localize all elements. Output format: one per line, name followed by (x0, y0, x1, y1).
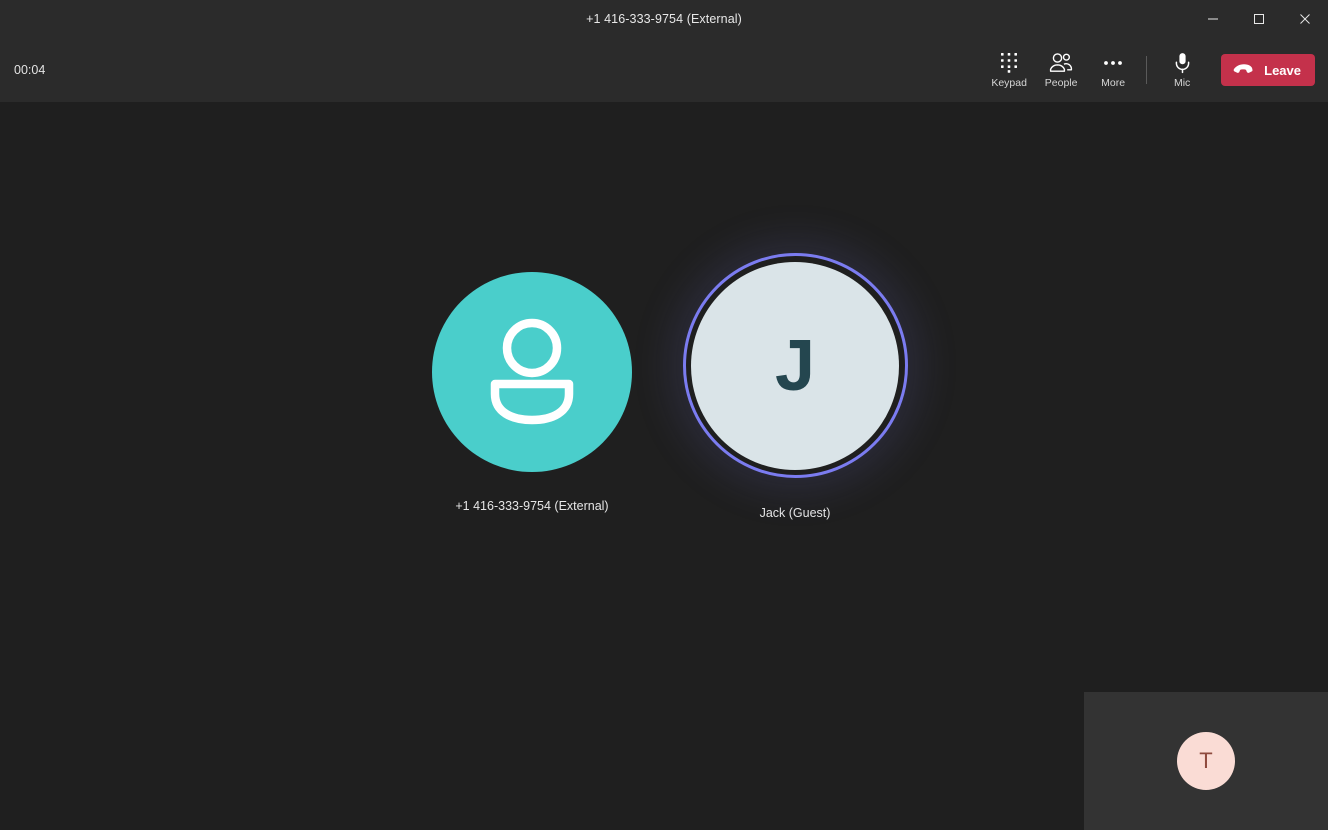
more-button[interactable]: More (1087, 42, 1139, 98)
avatar: J (691, 261, 899, 470)
keypad-label: Keypad (991, 76, 1027, 89)
more-icon (1103, 52, 1123, 74)
participant-name: +1 416-333-9754 (External) (455, 499, 609, 513)
toolbar-divider (1146, 56, 1148, 84)
people-button[interactable]: People (1035, 42, 1087, 98)
window-title: +1 416-333-9754 (External) (586, 12, 742, 26)
window-titlebar: +1 416-333-9754 (External) (0, 0, 1328, 38)
self-avatar-initial: T (1199, 748, 1213, 773)
close-button[interactable] (1282, 0, 1328, 38)
keypad-icon (1000, 52, 1018, 74)
microphone-icon (1174, 52, 1191, 74)
people-icon (1049, 52, 1073, 74)
call-toolbar: 00:04 Keypad People More Mic Leave (0, 38, 1328, 102)
hangup-icon (1233, 63, 1255, 78)
call-duration-timer: 00:04 (14, 63, 46, 77)
participant-name: Jack (Guest) (759, 506, 831, 520)
people-label: People (1044, 76, 1078, 89)
minimize-button[interactable] (1190, 0, 1236, 38)
mic-button[interactable]: Mic (1156, 42, 1208, 98)
minimize-icon (1207, 13, 1219, 25)
toolbar-actions: Keypad People More Mic Leave (983, 38, 1328, 102)
teams-call-window: +1 416-333-9754 (External) 00:04 Keypad … (0, 0, 1328, 830)
participant-tile-jack[interactable]: J Jack (Guest) (595, 253, 995, 520)
more-label: More (1101, 76, 1126, 89)
avatar-wrapper: J (682, 253, 908, 478)
maximize-icon (1253, 13, 1265, 25)
window-controls (1190, 0, 1328, 38)
self-view-tile[interactable]: T (1084, 692, 1328, 830)
keypad-button[interactable]: Keypad (983, 42, 1035, 98)
speaking-indicator-ring: J (682, 253, 908, 478)
close-icon (1299, 13, 1311, 25)
avatar-initial: J (774, 325, 816, 406)
person-icon (481, 318, 583, 426)
maximize-button[interactable] (1236, 0, 1282, 38)
mic-label: Mic (1173, 76, 1191, 89)
leave-button[interactable]: Leave (1221, 54, 1315, 86)
leave-label: Leave (1264, 62, 1301, 78)
self-avatar: T (1177, 732, 1235, 790)
